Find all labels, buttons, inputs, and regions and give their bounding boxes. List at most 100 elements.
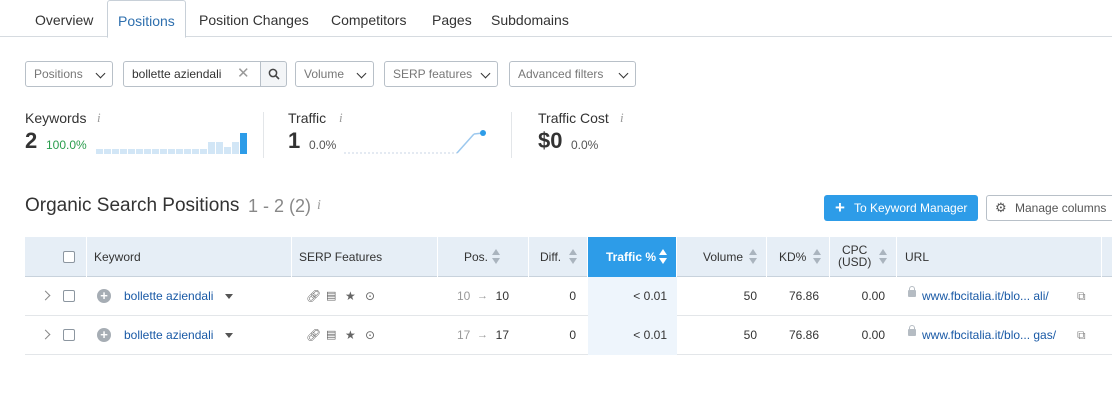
table-row: + bollette aziendali 🔗︎ ▤ ★ ⊙ 10 → 10 0 … xyxy=(25,277,1112,316)
volume-value: 50 xyxy=(743,289,757,303)
tab-positions[interactable]: Positions xyxy=(107,0,186,38)
info-icon[interactable]: i xyxy=(317,198,321,214)
keyword-link[interactable]: bollette aziendali xyxy=(124,277,213,315)
external-link-icon[interactable]: ⧉ xyxy=(1077,289,1086,303)
chevron-down-icon xyxy=(95,68,106,79)
add-icon[interactable]: + xyxy=(97,289,111,303)
header-cpc[interactable]: CPC (USD) xyxy=(830,237,897,277)
info-icon[interactable]: i xyxy=(339,110,343,126)
tab-subdomains[interactable]: Subdomains xyxy=(491,0,569,37)
positions-filter[interactable]: Positions xyxy=(25,61,113,87)
trend-line xyxy=(456,133,475,154)
table-row: + bollette aziendali 🔗︎ ▤ ★ ⊙ 17 → 17 0 … xyxy=(25,316,1112,355)
tab-overview[interactable]: Overview xyxy=(35,0,93,37)
search-icon xyxy=(268,68,280,80)
section-title: Organic Search Positions xyxy=(25,195,240,216)
chevron-right-icon[interactable] xyxy=(40,290,51,301)
sort-icon xyxy=(813,249,821,265)
video-play-icon: ⊙ xyxy=(365,328,376,342)
trend-bar xyxy=(216,142,223,154)
tab-position-changes[interactable]: Position Changes xyxy=(199,0,309,37)
traffic-label: Traffic xyxy=(288,110,327,126)
manage-columns-button[interactable]: ⚙ Manage columns xyxy=(986,195,1112,221)
trend-bar xyxy=(232,142,239,154)
caret-down-icon[interactable] xyxy=(225,294,233,299)
chevron-right-icon[interactable] xyxy=(40,329,51,340)
sort-icon xyxy=(879,249,887,265)
video-play-icon: ⊙ xyxy=(365,289,376,303)
trend-bar xyxy=(152,149,159,154)
keyword-link[interactable]: bollette aziendali xyxy=(124,316,213,354)
trend-bar xyxy=(200,149,207,154)
divider xyxy=(263,112,264,158)
external-link-icon[interactable]: ⧉ xyxy=(1077,328,1086,342)
star-review-icon: ★ xyxy=(345,289,356,303)
trend-bar xyxy=(184,149,191,154)
header-traffic-percent[interactable]: Traffic % xyxy=(588,237,677,277)
info-icon[interactable]: i xyxy=(620,110,624,126)
chevron-down-icon xyxy=(356,68,367,79)
position-value: 17 xyxy=(495,328,509,342)
chevron-down-icon xyxy=(480,68,491,79)
star-review-icon: ★ xyxy=(345,328,356,342)
to-keyword-manager-button[interactable]: + To Keyword Manager xyxy=(824,195,978,221)
trend-bar xyxy=(160,149,167,154)
sort-icon xyxy=(659,249,667,265)
url-link[interactable]: www.fbcitalia.it/blo... ali/ xyxy=(922,277,1049,315)
header-volume-label: Volume xyxy=(703,250,744,264)
kd-value: 76.86 xyxy=(788,289,819,303)
header-volume[interactable]: Volume xyxy=(677,237,767,277)
header-position[interactable]: Pos. xyxy=(438,237,529,277)
sort-icon xyxy=(492,249,500,265)
tab-competitors[interactable]: Competitors xyxy=(331,0,406,37)
volume-filter[interactable]: Volume xyxy=(295,61,374,87)
previous-position: 17 xyxy=(457,328,471,342)
select-all-column xyxy=(25,237,87,277)
info-icon[interactable]: i xyxy=(97,110,101,126)
diff-value: 0 xyxy=(569,328,576,342)
header-kd[interactable]: KD% xyxy=(767,237,830,277)
keywords-label: Keywords xyxy=(25,110,87,126)
keyword-search-input[interactable] xyxy=(124,62,238,86)
url-link[interactable]: www.fbcitalia.it/blo... gas/ xyxy=(922,316,1056,354)
gear-icon: ⚙ xyxy=(995,200,1007,215)
keyword-search: ✕ xyxy=(123,61,287,87)
image-pack-icon: ▤ xyxy=(326,290,337,302)
divider xyxy=(511,112,512,158)
header-keyword[interactable]: Keyword xyxy=(87,237,292,277)
header-diff[interactable]: Diff. xyxy=(529,237,588,277)
header-diff-label: Diff. xyxy=(540,250,562,264)
header-position-label: Pos. xyxy=(464,250,489,264)
lock-icon xyxy=(908,286,916,297)
keywords-pct: 100.0% xyxy=(46,138,87,152)
row-checkbox[interactable] xyxy=(63,329,75,341)
serp-features-filter[interactable]: SERP features xyxy=(384,61,498,87)
diff-value: 0 xyxy=(569,289,576,303)
header-serp-features[interactable]: SERP Features xyxy=(292,237,438,277)
sort-icon xyxy=(569,249,577,265)
add-icon[interactable]: + xyxy=(97,328,111,342)
header-traffic-label: Traffic % xyxy=(606,250,657,264)
caret-down-icon[interactable] xyxy=(225,333,233,338)
trend-bar xyxy=(136,149,143,154)
volume-value: 50 xyxy=(743,328,757,342)
keywords-trend-chart xyxy=(96,133,247,154)
row-checkbox[interactable] xyxy=(63,290,75,302)
trend-bar xyxy=(176,149,183,154)
trend-bar xyxy=(120,149,127,154)
trend-bar xyxy=(208,142,215,154)
cpc-value: 0.00 xyxy=(861,328,885,342)
select-all-checkbox[interactable] xyxy=(63,251,75,263)
link-icon: 🔗︎ xyxy=(306,289,322,303)
clear-icon[interactable]: ✕ xyxy=(237,65,250,83)
tab-pages[interactable]: Pages xyxy=(432,0,472,37)
table-header: Keyword SERP Features Pos. Diff. Traffic… xyxy=(25,237,1112,277)
advanced-filters[interactable]: Advanced filters xyxy=(509,61,636,87)
position-value: 10 xyxy=(495,289,509,303)
search-button[interactable] xyxy=(260,61,287,87)
trend-bar xyxy=(96,149,103,154)
cpc-value: 0.00 xyxy=(861,289,885,303)
traffic-trend-chart xyxy=(344,130,486,154)
advanced-filters-label: Advanced filters xyxy=(518,67,604,81)
header-url[interactable]: URL xyxy=(897,237,1102,277)
